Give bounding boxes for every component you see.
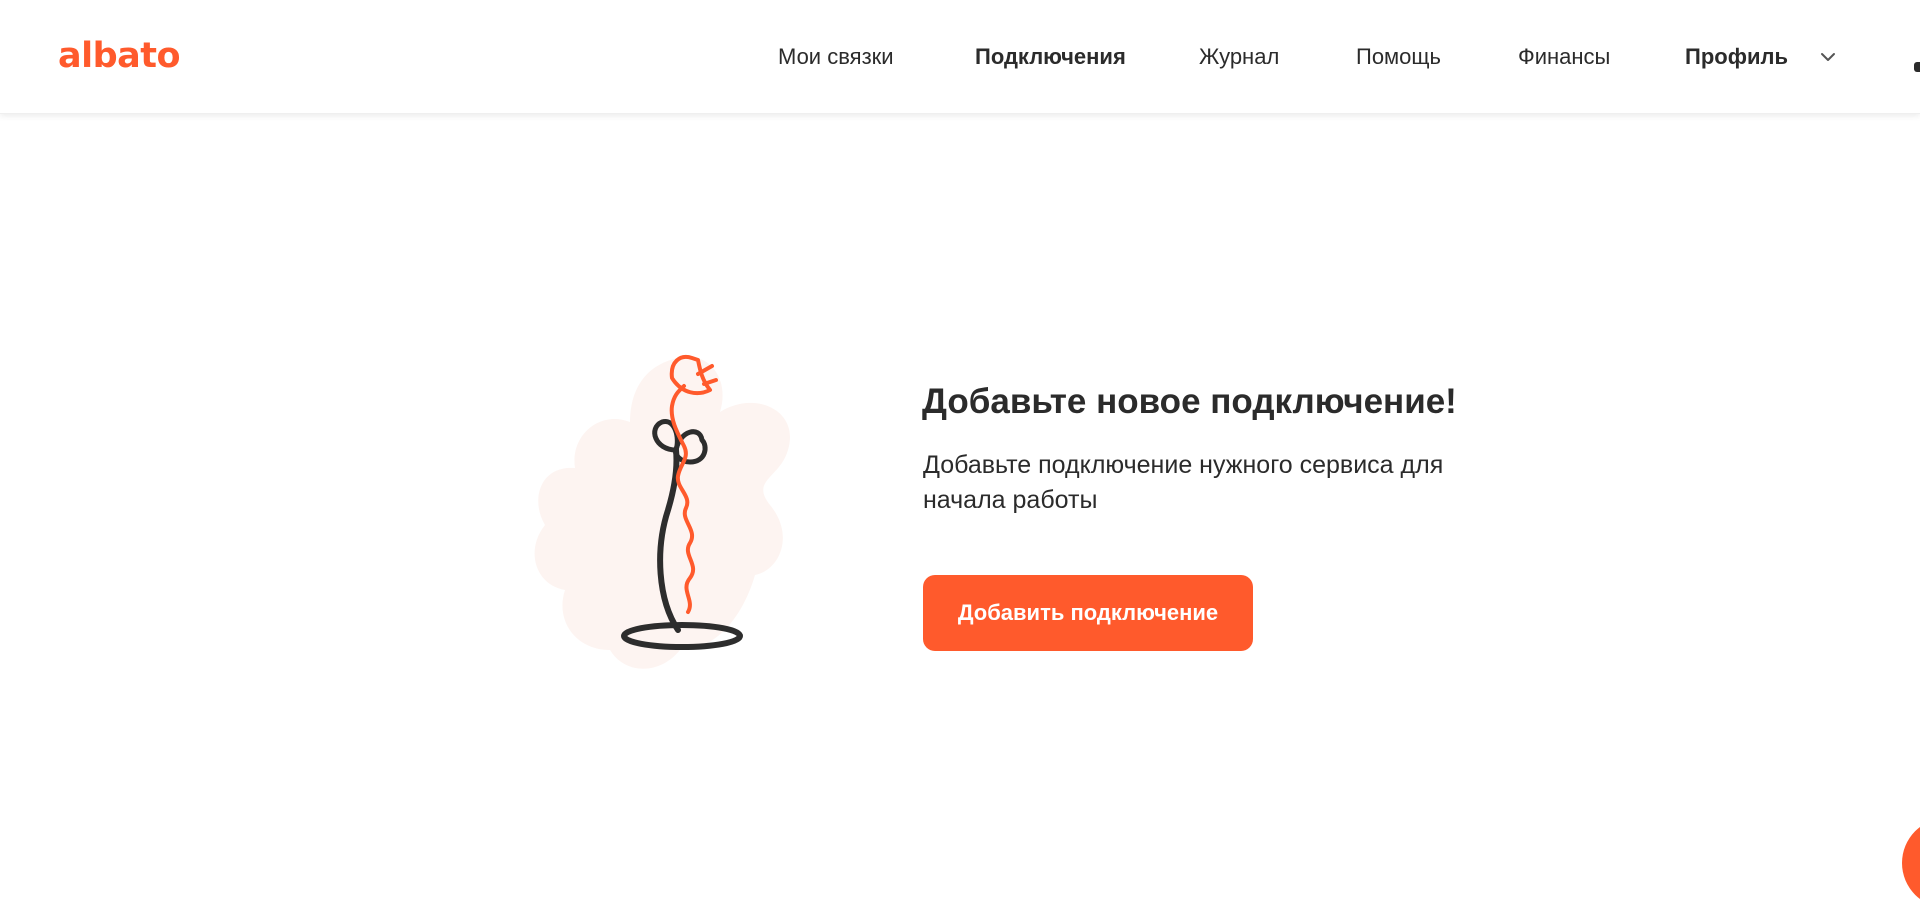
nav-item-journal[interactable]: Журнал	[1199, 42, 1279, 72]
main-nav: Мои связки Подключения Журнал Помощь Фин…	[0, 0, 1920, 113]
nav-item-connections[interactable]: Подключения	[975, 42, 1126, 72]
lamp-plug-illustration	[534, 355, 790, 669]
chevron-down-icon[interactable]	[1817, 46, 1839, 68]
truncated-menu-icon[interactable]	[1914, 62, 1920, 72]
nav-item-help[interactable]: Помощь	[1356, 42, 1441, 72]
connections-page: albato Мои связки Подключения Журнал Пом…	[0, 0, 1920, 917]
empty-state-description: Добавьте подключение нужного сервиса для…	[923, 451, 1444, 514]
empty-state-title: Добавьте новое подключение!	[922, 382, 1457, 421]
nav-item-profile[interactable]: Профиль	[1685, 42, 1788, 72]
top-header: albato Мои связки Подключения Журнал Пом…	[0, 0, 1920, 114]
nav-item-finance[interactable]: Финансы	[1518, 42, 1610, 72]
add-connection-button[interactable]: Добавить подключение	[923, 575, 1253, 651]
nav-item-my-bundles[interactable]: Мои связки	[778, 42, 894, 72]
chat-bubble-icon[interactable]	[1902, 818, 1920, 908]
